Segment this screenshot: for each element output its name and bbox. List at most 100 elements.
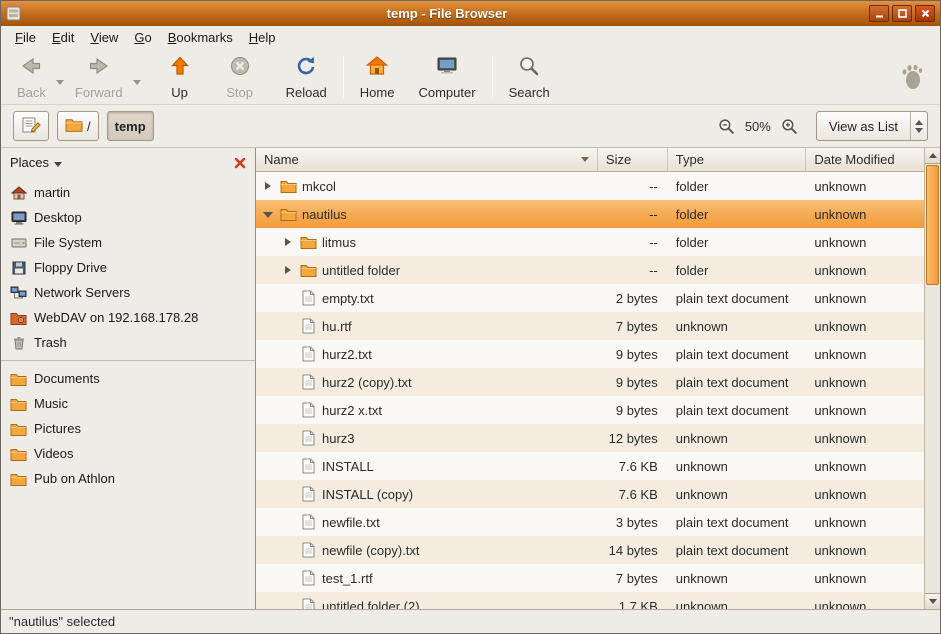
sidebar-item-desktop[interactable]: Desktop bbox=[1, 205, 255, 230]
back-history-dropdown[interactable] bbox=[54, 64, 67, 89]
sidebar-item-label: Documents bbox=[34, 371, 100, 386]
file-row-newfile-txt[interactable]: newfile.txt 3 bytes plain text document … bbox=[256, 508, 924, 536]
sidebar-close-button[interactable] bbox=[234, 157, 246, 169]
menu-help[interactable]: Help bbox=[241, 27, 284, 48]
scroll-up-button[interactable] bbox=[925, 148, 940, 164]
path-root-button[interactable]: / bbox=[57, 111, 99, 141]
file-date-modified: unknown bbox=[806, 235, 924, 250]
file-row-untitled-folder[interactable]: untitled folder -- folder unknown bbox=[256, 256, 924, 284]
file-size: 9 bytes bbox=[598, 347, 668, 362]
menu-go[interactable]: Go bbox=[126, 27, 159, 48]
file-type: plain text document bbox=[668, 543, 807, 558]
file-row-hurz3[interactable]: hurz3 12 bytes unknown unknown bbox=[256, 424, 924, 452]
stop-icon bbox=[228, 54, 252, 83]
file-row-litmus[interactable]: litmus -- folder unknown bbox=[256, 228, 924, 256]
scrollbar-thumb[interactable] bbox=[926, 165, 939, 285]
expander bbox=[282, 292, 294, 304]
file-name: untitled folder bbox=[322, 263, 400, 278]
file-type: unknown bbox=[668, 599, 807, 610]
file-name: untitled folder (2) bbox=[322, 599, 420, 610]
sidebar-item-pictures[interactable]: Pictures bbox=[1, 416, 255, 441]
zoom-out-button[interactable] bbox=[718, 118, 735, 135]
sidebar-item-videos[interactable]: Videos bbox=[1, 441, 255, 466]
zoom-in-button[interactable] bbox=[781, 118, 798, 135]
sidebar-item-music[interactable]: Music bbox=[1, 391, 255, 416]
file-row-nautilus[interactable]: nautilus -- folder unknown bbox=[256, 200, 924, 228]
file-row-install[interactable]: INSTALL 7.6 KB unknown unknown bbox=[256, 452, 924, 480]
maximize-button[interactable] bbox=[892, 5, 912, 22]
titlebar[interactable]: temp - File Browser bbox=[1, 1, 940, 26]
name-cell: hurz2 x.txt bbox=[256, 402, 598, 418]
expander-expanded-icon[interactable] bbox=[262, 208, 274, 220]
stop-button[interactable]: Stop bbox=[218, 51, 262, 102]
column-header-size[interactable]: Size bbox=[598, 148, 668, 172]
sidebar-item-martin[interactable]: martin bbox=[1, 180, 255, 205]
arrow-down-icon bbox=[929, 599, 937, 604]
forward-button[interactable]: Forward bbox=[67, 51, 131, 102]
sidebar-item-pub-on-athlon[interactable]: Pub on Athlon bbox=[1, 466, 255, 491]
computer-button[interactable]: Computer bbox=[410, 51, 483, 102]
home-button[interactable]: Home bbox=[352, 51, 403, 102]
forward-history-dropdown[interactable] bbox=[131, 64, 144, 89]
file-size: 7.6 KB bbox=[598, 459, 668, 474]
back-button[interactable]: Back bbox=[9, 51, 54, 102]
file-row-newfile-copy-txt[interactable]: newfile (copy).txt 14 bytes plain text d… bbox=[256, 536, 924, 564]
reload-label: Reload bbox=[286, 85, 327, 100]
file-row-mkcol[interactable]: mkcol -- folder unknown bbox=[256, 172, 924, 200]
expander-collapsed-icon[interactable] bbox=[282, 264, 294, 276]
column-header-type[interactable]: Type bbox=[668, 148, 807, 172]
vertical-scrollbar[interactable] bbox=[924, 148, 940, 609]
edit-location-toggle[interactable] bbox=[13, 111, 49, 141]
home-label: Home bbox=[360, 85, 395, 100]
expander-collapsed-icon[interactable] bbox=[262, 180, 274, 192]
search-button[interactable]: Search bbox=[501, 51, 558, 102]
file-row-hurz2-copy-txt[interactable]: hurz2 (copy).txt 9 bytes plain text docu… bbox=[256, 368, 924, 396]
file-icon bbox=[299, 374, 317, 390]
expander-collapsed-icon[interactable] bbox=[282, 236, 294, 248]
folder-icon bbox=[299, 235, 317, 249]
file-name: litmus bbox=[322, 235, 356, 250]
sidebar-item-network-servers[interactable]: Network Servers bbox=[1, 280, 255, 305]
column-header-name[interactable]: Name bbox=[256, 148, 598, 172]
file-icon bbox=[299, 402, 317, 418]
file-row-untitled-folder-2-[interactable]: untitled folder (2) 1.7 KB unknown unkno… bbox=[256, 592, 924, 609]
file-date-modified: unknown bbox=[806, 179, 924, 194]
column-header-date-modified[interactable]: Date Modified bbox=[806, 148, 924, 172]
file-icon bbox=[299, 486, 317, 502]
view-mode-spinner[interactable] bbox=[910, 112, 927, 140]
file-row-hurz2-txt[interactable]: hurz2.txt 9 bytes plain text document un… bbox=[256, 340, 924, 368]
menu-file[interactable]: File bbox=[7, 27, 44, 48]
back-label: Back bbox=[17, 85, 46, 100]
sidebar-item-label: Desktop bbox=[34, 210, 82, 225]
sidebar-item-file-system[interactable]: File System bbox=[1, 230, 255, 255]
expander bbox=[282, 348, 294, 360]
sidebar-item-floppy-drive[interactable]: Floppy Drive bbox=[1, 255, 255, 280]
close-button[interactable] bbox=[915, 5, 935, 22]
scroll-down-button[interactable] bbox=[925, 593, 940, 609]
file-row-hurz2-x-txt[interactable]: hurz2 x.txt 9 bytes plain text document … bbox=[256, 396, 924, 424]
menu-edit[interactable]: Edit bbox=[44, 27, 82, 48]
status-bar: "nautilus" selected bbox=[1, 609, 940, 633]
expander bbox=[282, 432, 294, 444]
sidebar-item-webdav-on-192-168-178-28[interactable]: WebDAV on 192.168.178.28 bbox=[1, 305, 255, 330]
sidebar-mode-select[interactable]: Places bbox=[10, 155, 62, 170]
sidebar-item-trash[interactable]: Trash bbox=[1, 330, 255, 355]
reload-button[interactable]: Reload bbox=[278, 51, 335, 102]
file-row-install-copy-[interactable]: INSTALL (copy) 7.6 KB unknown unknown bbox=[256, 480, 924, 508]
file-row-empty-txt[interactable]: empty.txt 2 bytes plain text document un… bbox=[256, 284, 924, 312]
path-current-button[interactable]: temp bbox=[107, 111, 154, 141]
minimize-button[interactable] bbox=[869, 5, 889, 22]
sidebar-title: Places bbox=[10, 155, 49, 170]
file-list-pane: Name Size Type Date Modified mk bbox=[256, 148, 940, 609]
menu-bookmarks[interactable]: Bookmarks bbox=[160, 27, 241, 48]
view-mode-select[interactable]: View as List bbox=[816, 111, 928, 141]
file-row-test-1-rtf[interactable]: test_1.rtf 7 bytes unknown unknown bbox=[256, 564, 924, 592]
name-cell: untitled folder (2) bbox=[256, 598, 598, 609]
path-current-label: temp bbox=[115, 119, 146, 134]
sidebar-separator bbox=[1, 360, 255, 361]
file-row-hu-rtf[interactable]: hu.rtf 7 bytes unknown unknown bbox=[256, 312, 924, 340]
up-button[interactable]: Up bbox=[158, 51, 202, 102]
sidebar-item-label: Music bbox=[34, 396, 68, 411]
menu-view[interactable]: View bbox=[82, 27, 126, 48]
sidebar-item-documents[interactable]: Documents bbox=[1, 366, 255, 391]
